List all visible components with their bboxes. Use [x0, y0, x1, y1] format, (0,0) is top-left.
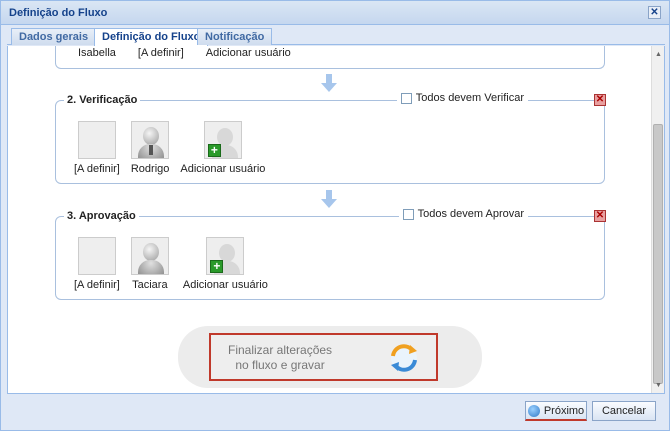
flow-panel: Isabella [A definir] Adicionar usuário 2…: [7, 46, 665, 394]
cancel-button[interactable]: Cancelar: [592, 401, 656, 421]
user-list: [A definir] Taciara + Adicionar usuário: [74, 237, 279, 291]
user-slot-undefined[interactable]: [A definir]: [74, 121, 120, 175]
checkbox-label: Todos devem Aprovar: [417, 208, 524, 220]
all-must-approve-option: Todos devem Aprovar: [398, 208, 528, 220]
add-user-icon: +: [203, 121, 242, 159]
step-verificacao: 2. Verificação Todos devem Verificar ✕ […: [55, 92, 606, 184]
step-aprovacao: 3. Aprovação Todos devem Aprovar ✕ [A de…: [55, 208, 606, 300]
arrow-down-icon: [321, 74, 337, 92]
checkbox-label: Todos devem Verificar: [415, 92, 524, 104]
window-titlebar: Definição do Fluxo ✕: [1, 1, 669, 25]
scroll-up-icon[interactable]: ▲: [654, 50, 663, 59]
tab-definicao-do-fluxo[interactable]: Definição do Fluxo: [94, 28, 209, 46]
arrow-down-icon: [321, 190, 337, 208]
all-must-verify-checkbox[interactable]: [400, 92, 412, 104]
user-list: [A definir] Rodrigo + Adicionar usuário: [74, 121, 276, 175]
vertical-scrollbar[interactable]: ▲ ▼: [651, 46, 664, 393]
person-avatar-icon: [130, 237, 169, 275]
add-user-icon: +: [206, 237, 245, 275]
all-must-approve-checkbox[interactable]: [402, 208, 414, 220]
add-user-button[interactable]: + Adicionar usuário: [180, 121, 265, 175]
user-label: Adicionar usuário: [205, 47, 291, 59]
user-name: [A definir]: [74, 163, 120, 175]
tab-bar: Dados gerais Definição do Fluxo Notifica…: [7, 25, 665, 46]
close-icon[interactable]: ✕: [648, 6, 661, 19]
tab-notificacao[interactable]: Notificação: [197, 28, 273, 45]
window-title: Definição do Fluxo: [9, 7, 108, 19]
add-user-button[interactable]: + Adicionar usuário: [183, 237, 268, 291]
user-label: Isabella: [78, 47, 116, 59]
scroll-thumb[interactable]: [653, 124, 663, 384]
user-name: Rodrigo: [130, 163, 170, 175]
step-title: 2. Verificação: [64, 94, 141, 106]
finalize-line1: Finalizar alterações: [228, 343, 333, 357]
finalize-area: Finalizar alterações no fluxo e gravar: [178, 326, 482, 388]
delete-step-icon[interactable]: ✕: [594, 94, 606, 106]
user-slot-undefined[interactable]: [A definir]: [74, 237, 120, 291]
next-arrow-icon: [527, 404, 540, 417]
window-footer: Próximo Cancelar: [1, 395, 669, 431]
finalize-line2: no fluxo e gravar: [235, 358, 325, 372]
step-title: 3. Aprovação: [64, 210, 139, 222]
user-taciara[interactable]: Taciara: [130, 237, 169, 291]
empty-avatar: [77, 121, 116, 159]
tab-dados-gerais[interactable]: Dados gerais: [11, 28, 97, 45]
refresh-icon: [391, 344, 417, 372]
scroll-down-icon[interactable]: ▼: [654, 381, 663, 390]
finalize-save-button[interactable]: Finalizar alterações no fluxo e gravar: [209, 333, 438, 381]
step-1-partial: Isabella [A definir] Adicionar usuário: [55, 46, 605, 69]
next-label: Próximo: [543, 404, 585, 417]
user-name: [A definir]: [74, 279, 120, 291]
finalize-text: Finalizar alterações no fluxo e gravar: [228, 343, 332, 373]
user-name: Taciara: [132, 279, 168, 291]
empty-avatar: [77, 237, 116, 275]
flow-definition-window: Definição do Fluxo ✕ Dados gerais Defini…: [0, 0, 670, 431]
user-name: Adicionar usuário: [182, 279, 268, 291]
person-avatar-icon: [131, 121, 170, 159]
all-must-verify-option: Todos devem Verificar: [396, 92, 528, 104]
user-name: Adicionar usuário: [180, 163, 266, 175]
user-label: [A definir]: [137, 47, 184, 59]
delete-step-icon[interactable]: ✕: [594, 210, 606, 222]
next-button[interactable]: Próximo: [525, 401, 587, 421]
user-rodrigo[interactable]: Rodrigo: [130, 121, 170, 175]
